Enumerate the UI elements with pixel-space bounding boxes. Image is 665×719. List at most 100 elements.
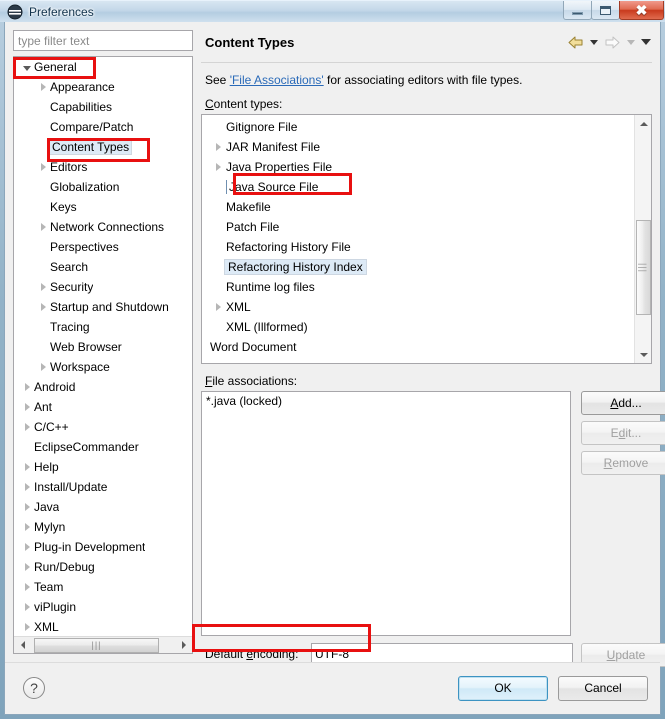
sidebar-item-team[interactable]: Team	[14, 577, 192, 597]
scroll-up-button[interactable]	[635, 115, 651, 132]
sidebar-item-compare-patch[interactable]: Compare/Patch	[14, 117, 192, 137]
content-types-scroll-thumb[interactable]: |||	[636, 220, 651, 315]
content-type-row[interactable]: Patch File	[202, 217, 633, 237]
content-type-row[interactable]: Java Source File	[202, 177, 633, 197]
sidebar-item-tracing[interactable]: Tracing	[14, 317, 192, 337]
sidebar-item-label: Java	[34, 500, 60, 514]
remove-button[interactable]: Remove	[581, 451, 665, 475]
content-type-row[interactable]: XML (Illformed)	[202, 317, 633, 337]
content-types-label: Content types:	[205, 97, 283, 111]
content-types-tree[interactable]: Gitignore File JAR Manifest File Java Prop…	[201, 114, 652, 364]
sidebar-item-ant[interactable]: Ant	[14, 397, 192, 417]
sidebar-item-viplugin[interactable]: viPlugin	[14, 597, 192, 617]
chevron-down-icon	[640, 39, 651, 45]
hint-suffix: for associating editors with file types.	[323, 73, 523, 87]
content-type-row[interactable]: JAR Manifest File	[202, 137, 633, 157]
sidebar-item-label: viPlugin	[34, 600, 77, 614]
view-menu-button[interactable]	[639, 32, 652, 52]
encoding-label-prefix: Default	[205, 647, 247, 661]
sidebar-item-label: EclipseCommander	[34, 440, 139, 454]
content-type-label: Word Document	[210, 340, 297, 354]
page-header: Content Types	[201, 30, 652, 60]
file-association-item[interactable]: *.java (locked)	[202, 394, 570, 412]
tree-hscroll-thumb[interactable]: |||	[34, 637, 159, 653]
content-type-row[interactable]: Word Document	[202, 337, 633, 357]
sidebar-item-capabilities[interactable]: Capabilities	[14, 97, 192, 117]
content-type-row[interactable]: Refactoring History Index	[202, 257, 633, 277]
maximize-button[interactable]	[591, 1, 620, 20]
sidebar-item-label: Perspectives	[50, 240, 119, 254]
sidebar-item-keys[interactable]: Keys	[14, 197, 192, 217]
sidebar-item-install-update[interactable]: Install/Update	[14, 477, 192, 497]
help-icon[interactable]: ?	[23, 677, 45, 699]
sidebar-item-startup-and-shutdown[interactable]: Startup and Shutdown	[14, 297, 192, 317]
sidebar-item-run-debug[interactable]: Run/Debug	[14, 557, 192, 577]
back-arrow-icon	[568, 36, 582, 48]
sidebar-item-label: Plug-in Development	[34, 540, 146, 554]
sidebar-item-label: Startup and Shutdown	[50, 300, 169, 314]
sidebar-item-appearance[interactable]: Appearance	[14, 77, 192, 97]
scroll-right-button[interactable]	[175, 636, 192, 653]
back-history-dropdown[interactable]	[587, 32, 600, 52]
preferences-tree[interactable]: General Appearance Capabilities Compare/Pat…	[13, 56, 193, 654]
close-button[interactable]: ✖	[619, 1, 664, 20]
sidebar-item-android[interactable]: Android	[14, 377, 192, 397]
sidebar-item-label: General	[34, 60, 77, 74]
sidebar-item-label: Capabilities	[50, 100, 113, 114]
edit-button[interactable]: Edit...	[581, 421, 665, 445]
content-type-row[interactable]: Gitignore File	[202, 117, 633, 137]
content-type-row[interactable]: Makefile	[202, 197, 633, 217]
sidebar-item-help[interactable]: Help	[14, 457, 192, 477]
scroll-left-button[interactable]	[14, 636, 31, 653]
sidebar-item-general[interactable]: General	[14, 57, 192, 77]
tree-horizontal-scrollbar[interactable]: |||	[14, 636, 192, 653]
chevron-right-icon	[20, 503, 34, 511]
sidebar-item-c-c[interactable]: C/C++	[14, 417, 192, 437]
sidebar-item-plug-in-development[interactable]: Plug-in Development	[14, 537, 192, 557]
sidebar-item-globalization[interactable]: Globalization	[14, 177, 192, 197]
content-type-label: Java Properties File	[226, 160, 333, 174]
chevron-right-icon	[181, 641, 186, 649]
add-button[interactable]: Add...	[581, 391, 665, 415]
chevron-right-icon	[36, 83, 50, 91]
file-associations-list[interactable]: *.java (locked)	[201, 391, 571, 636]
forward-history-dropdown[interactable]	[624, 32, 637, 52]
sidebar-item-network-connections[interactable]: Network Connections	[14, 217, 192, 237]
scroll-down-button[interactable]	[635, 346, 651, 363]
sidebar-item-label: Help	[34, 460, 59, 474]
chevron-right-icon	[20, 523, 34, 531]
window-titlebar: Preferences ✖	[0, 0, 665, 22]
content-type-row[interactable]: Java Properties File	[202, 157, 633, 177]
content-type-row[interactable]: Refactoring History File	[202, 237, 633, 257]
sidebar-item-eclipsecommander[interactable]: EclipseCommander	[14, 437, 192, 457]
content-type-row[interactable]: XML	[202, 297, 633, 317]
sidebar-item-mylyn[interactable]: Mylyn	[14, 517, 192, 537]
file-associations-link[interactable]: 'File Associations'	[230, 73, 324, 87]
sidebar-item-security[interactable]: Security	[14, 277, 192, 297]
content-type-label: XML (Illformed)	[226, 320, 308, 334]
sidebar-item-web-browser[interactable]: Web Browser	[14, 337, 192, 357]
forward-button[interactable]	[602, 32, 622, 52]
sidebar-item-java[interactable]: Java	[14, 497, 192, 517]
sidebar-item-content-types[interactable]: Content Types	[14, 137, 192, 157]
update-suffix: pdate	[615, 648, 646, 662]
content-type-row[interactable]: Runtime log files	[202, 277, 633, 297]
ok-button[interactable]: OK	[458, 676, 548, 701]
sidebar-item-xml[interactable]: XML	[14, 617, 192, 636]
sidebar-item-search[interactable]: Search	[14, 257, 192, 277]
back-button[interactable]	[565, 32, 585, 52]
file-associations-label-text: ile associations:	[212, 374, 298, 388]
sidebar-item-editors[interactable]: Editors	[14, 157, 192, 177]
cancel-button[interactable]: Cancel	[558, 676, 648, 701]
sidebar-item-workspace[interactable]: Workspace	[14, 357, 192, 377]
sidebar-item-perspectives[interactable]: Perspectives	[14, 237, 192, 257]
preferences-sidebar: General Appearance Capabilities Compare/Pat…	[13, 30, 193, 654]
remove-mnemonic: R	[603, 456, 613, 470]
content-types-vertical-scrollbar[interactable]: |||	[634, 115, 651, 363]
filter-input[interactable]	[13, 30, 193, 51]
chevron-down-icon	[589, 39, 598, 45]
chevron-left-icon	[20, 641, 25, 649]
tree-hscroll-track[interactable]: |||	[31, 636, 175, 653]
update-mnemonic: U	[606, 648, 616, 662]
minimize-button[interactable]	[563, 1, 592, 20]
